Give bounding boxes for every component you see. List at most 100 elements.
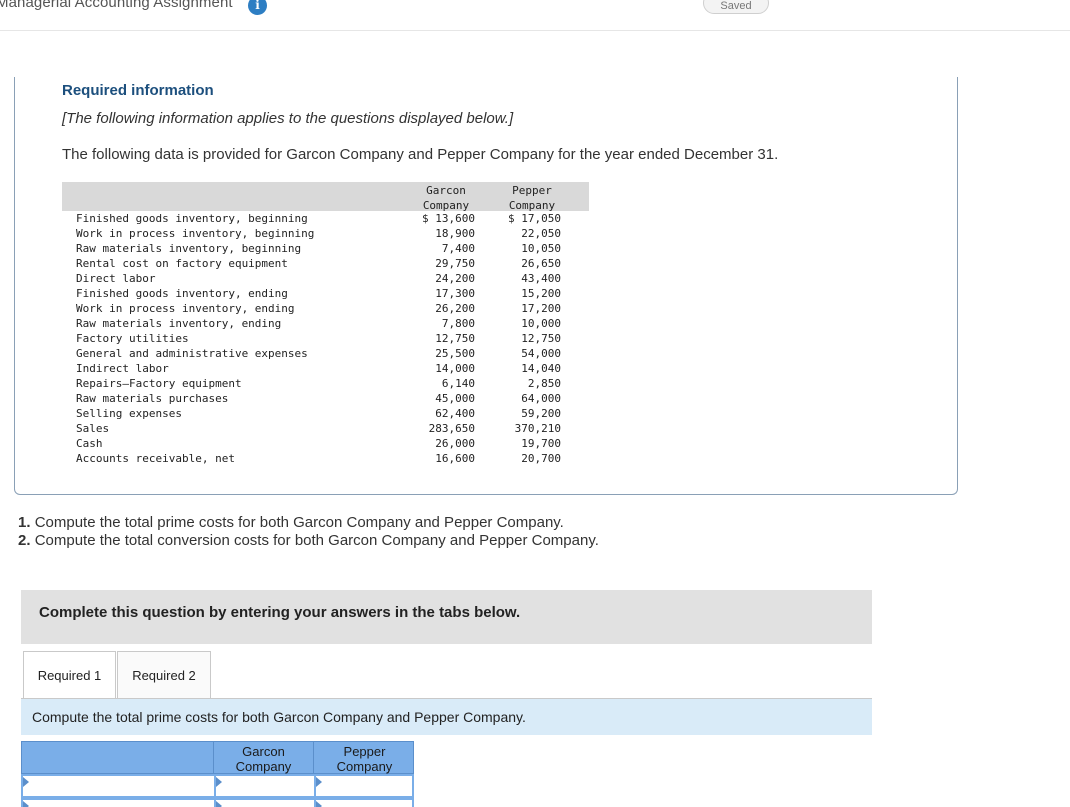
table-row: Work in process inventory, beginning 18,9…	[62, 226, 589, 241]
data-table-body: Finished goods inventory, beginning $ 13,…	[62, 211, 589, 466]
answer-column-pepper-line1: Pepper	[343, 744, 386, 759]
column-header-pepper: Pepper Company	[492, 183, 572, 213]
tab-required-2[interactable]: Required 2	[117, 651, 211, 699]
garcon-value: 62,400	[435, 407, 475, 420]
question-2-text: Compute the total conversion costs for b…	[34, 532, 599, 549]
row-label: Repairs—Factory equipment	[76, 377, 242, 390]
row-label: Factory utilities	[76, 332, 189, 345]
table-row: Raw materials inventory, ending 7,800 10,0…	[62, 316, 589, 331]
answer-input-garcon[interactable]	[214, 776, 314, 796]
row-label: Finished goods inventory, ending	[76, 287, 288, 300]
answer-column-garcon-line1: Garcon	[242, 744, 285, 759]
answer-column-pepper-line2: Company	[336, 759, 393, 774]
complete-question-bar: Complete this question by entering your …	[21, 590, 872, 644]
garcon-value: 26,200	[435, 302, 475, 315]
pepper-value: 17,200	[521, 302, 561, 315]
garcon-value: 12,750	[435, 332, 475, 345]
pepper-value: 370,210	[514, 422, 561, 435]
row-label: Work in process inventory, ending	[76, 302, 295, 315]
garcon-value: 18,900	[435, 227, 475, 240]
row-label: Rental cost on factory equipment	[76, 257, 288, 270]
garcon-value: 16,600	[435, 452, 475, 465]
row-label: Work in process inventory, beginning	[76, 227, 315, 240]
pepper-value: 26,650	[521, 257, 561, 270]
answer-input-pepper[interactable]	[314, 800, 414, 807]
answer-input-pepper[interactable]	[314, 776, 414, 796]
table-row: Finished goods inventory, beginning $ 13,…	[62, 211, 589, 226]
row-label: Accounts receivable, net	[76, 452, 235, 465]
data-table-header: Garcon Company Pepper Company	[62, 182, 589, 213]
pepper-value: 12,750	[521, 332, 561, 345]
pepper-value: 14,040	[521, 362, 561, 375]
row-label: Selling expenses	[76, 407, 182, 420]
row-label: Indirect labor	[76, 362, 169, 375]
table-row: Finished goods inventory, ending 17,300 15…	[62, 286, 589, 301]
table-row: Raw materials inventory, beginning 7,400 1…	[62, 241, 589, 256]
dropdown-arrow-icon	[216, 801, 222, 807]
garcon-value: 283,650	[428, 422, 475, 435]
garcon-value: $ 13,600	[422, 212, 475, 225]
answer-row-label-dropdown[interactable]	[23, 776, 214, 796]
answer-row	[21, 798, 414, 807]
app-title: Managerial Accounting Assignment	[0, 0, 233, 11]
pepper-value: $ 17,050	[508, 212, 561, 225]
table-row: Indirect labor 14,000 14,040	[62, 361, 589, 376]
table-row: Raw materials purchases 45,000 64,000	[62, 391, 589, 406]
question-1: 1. Compute the total prime costs for bot…	[18, 514, 599, 532]
question-1-number: 1.	[18, 514, 31, 531]
pepper-value: 43,400	[521, 272, 561, 285]
pepper-value: 10,000	[521, 317, 561, 330]
pepper-value: 64,000	[521, 392, 561, 405]
pepper-value: 10,050	[521, 242, 561, 255]
answer-column-garcon: Garcon Company	[213, 742, 313, 775]
answer-row-label-dropdown[interactable]	[23, 800, 214, 807]
garcon-value: 7,800	[441, 317, 475, 330]
column-header-garcon-line1: Garcon	[426, 184, 466, 197]
garcon-value: 17,300	[435, 287, 475, 300]
row-label: Finished goods inventory, beginning	[76, 212, 308, 225]
question-2-number: 2.	[18, 532, 31, 549]
pepper-value: 19,700	[521, 437, 561, 450]
tab-prompt-bar: Compute the total prime costs for both G…	[21, 699, 872, 735]
table-row: Selling expenses 62,400 59,200	[62, 406, 589, 421]
garcon-value: 14,000	[435, 362, 475, 375]
pepper-value: 22,050	[521, 227, 561, 240]
garcon-value: 7,400	[441, 242, 475, 255]
row-label: General and administrative expenses	[76, 347, 308, 360]
garcon-value: 25,500	[435, 347, 475, 360]
pepper-value: 2,850	[527, 377, 561, 390]
info-icon[interactable]: i	[248, 0, 267, 15]
table-row: Cash 26,000 19,700	[62, 436, 589, 451]
answer-grid-header: Garcon Company Pepper Company	[21, 741, 415, 775]
dropdown-arrow-icon	[23, 801, 29, 807]
dropdown-arrow-icon	[216, 777, 222, 787]
required-info-heading: Required information	[62, 82, 214, 99]
pepper-value: 20,700	[521, 452, 561, 465]
pepper-value: 15,200	[521, 287, 561, 300]
row-label: Direct labor	[76, 272, 156, 285]
answer-column-pepper: Pepper Company	[313, 742, 415, 775]
table-row: Rental cost on factory equipment 29,750 26…	[62, 256, 589, 271]
column-header-pepper-line1: Pepper	[512, 184, 552, 197]
answer-input-garcon[interactable]	[214, 800, 314, 807]
question-2: 2. Compute the total conversion costs fo…	[18, 532, 599, 550]
table-row: Direct labor 24,200 43,400	[62, 271, 589, 286]
table-row: Factory utilities 12,750 12,750	[62, 331, 589, 346]
row-label: Cash	[76, 437, 103, 450]
garcon-value: 24,200	[435, 272, 475, 285]
pepper-value: 59,200	[521, 407, 561, 420]
garcon-value: 29,750	[435, 257, 475, 270]
table-row: Work in process inventory, ending 26,200 1…	[62, 301, 589, 316]
complete-question-text: Complete this question by entering your …	[39, 604, 521, 621]
row-label: Raw materials purchases	[76, 392, 229, 405]
row-label: Sales	[76, 422, 110, 435]
row-label: Raw materials inventory, ending	[76, 317, 282, 330]
garcon-value: 26,000	[435, 437, 475, 450]
saved-badge: Saved	[703, 0, 769, 14]
dropdown-arrow-icon	[23, 777, 29, 787]
question-list: 1. Compute the total prime costs for bot…	[18, 514, 599, 550]
column-header-garcon: Garcon Company	[406, 183, 486, 213]
dropdown-arrow-icon	[316, 777, 322, 787]
tab-required-1[interactable]: Required 1	[23, 651, 116, 699]
top-bar: Managerial Accounting Assignment i Saved	[0, 0, 1070, 31]
